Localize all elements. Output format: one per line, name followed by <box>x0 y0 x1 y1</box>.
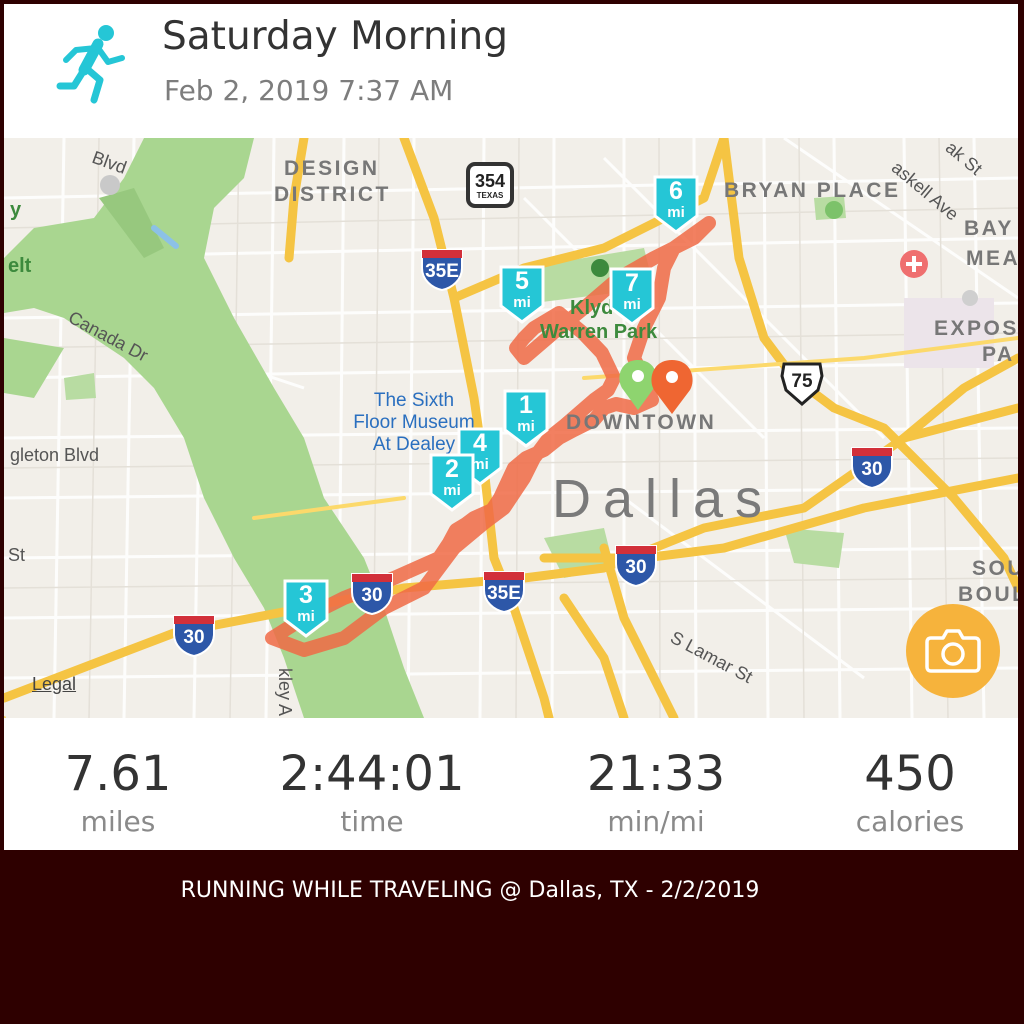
activity-header: Saturday Morning Feb 2, 2019 7:37 AM <box>4 4 1018 138</box>
mile-marker-5[interactable]: 5 mi <box>498 264 546 324</box>
interstate-30-shield: 30 <box>170 612 218 658</box>
mile-marker-3[interactable]: 3 mi <box>282 578 330 638</box>
end-pin-icon <box>651 360 693 414</box>
district-label: DISTRICT <box>274 183 391 206</box>
district-label: EXPOS <box>934 317 1018 340</box>
district-label: DOWNTOWN <box>566 411 717 434</box>
stat-time: 2:44:01 time <box>279 746 465 838</box>
park-label: elt <box>8 255 32 277</box>
running-person-icon <box>56 25 125 104</box>
us-75-shield: 75 <box>778 360 826 406</box>
district-label: BOULE <box>958 583 1018 606</box>
street-label: gleton Blvd <box>10 445 100 465</box>
mile-marker-7[interactable]: 7 mi <box>608 266 656 326</box>
street-label: St <box>8 545 26 565</box>
activity-title: Saturday Morning <box>162 14 509 59</box>
camera-icon <box>925 629 981 673</box>
district-label: BAY <box>964 217 1014 240</box>
interstate-35e-shield: 35E <box>418 246 466 292</box>
mile-marker-1[interactable]: 1 mi <box>502 388 550 448</box>
district-label: SOU <box>972 557 1018 580</box>
interstate-30-shield: 30 <box>612 542 660 588</box>
mile-marker-6[interactable]: 6 mi <box>652 174 700 234</box>
mile-marker-2[interactable]: 2 mi <box>428 452 476 512</box>
activity-card: Saturday Morning Feb 2, 2019 7:37 AM DES… <box>4 4 1018 850</box>
stat-pace: 21:33 min/mi <box>586 746 726 838</box>
park-label: y <box>10 199 22 221</box>
stat-distance: 7.61 miles <box>64 746 172 838</box>
route-map[interactable]: DESIGN DISTRICT BRYAN PLACE DOWNTOWN BAY… <box>4 138 1018 718</box>
district-label: PA <box>982 343 1015 366</box>
camera-button[interactable] <box>906 604 1000 698</box>
district-label: BRYAN PLACE <box>724 179 901 202</box>
street-label: kley A <box>275 668 295 717</box>
interstate-30-shield: 30 <box>348 570 396 616</box>
stat-calories: 450 calories <box>855 746 965 838</box>
city-label: Dallas <box>552 469 775 529</box>
tx-354-shield: 354 TEXAS <box>466 162 514 208</box>
district-label: MEA <box>966 247 1018 270</box>
interstate-30-shield: 30 <box>848 444 896 490</box>
legal-link[interactable]: Legal <box>32 674 76 695</box>
activity-stats: 7.61 miles 2:44:01 time 21:33 min/mi 450… <box>4 718 1018 850</box>
district-label: DESIGN <box>284 157 380 180</box>
interstate-35e-shield: 35E <box>480 568 528 614</box>
caption-text: RUNNING WHILE TRAVELING @ Dallas, TX - 2… <box>180 878 760 903</box>
activity-datetime: Feb 2, 2019 7:37 AM <box>164 74 454 107</box>
